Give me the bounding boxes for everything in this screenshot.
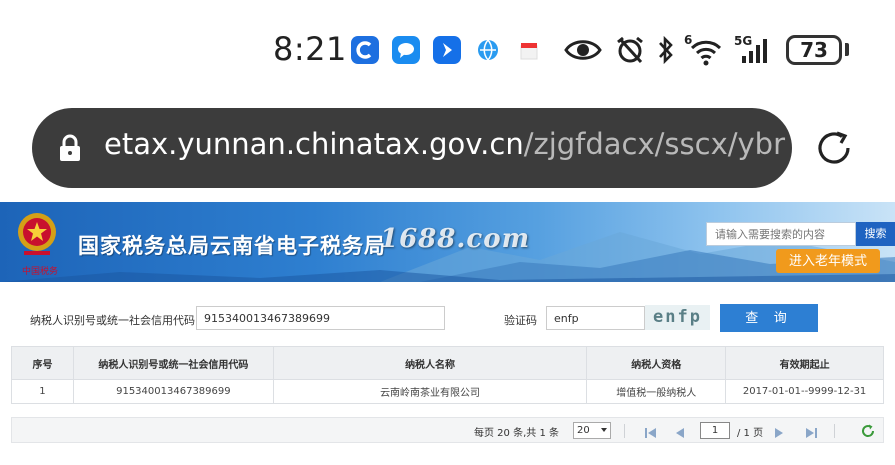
eye-icon <box>563 34 603 66</box>
globe-icon <box>476 38 500 70</box>
elder-mode-button[interactable]: 进入老年模式 <box>776 249 880 273</box>
captcha-label: 验证码 <box>504 314 537 327</box>
message-icon <box>392 36 420 64</box>
table-row[interactable]: 1 915340013467389699 云南岭南茶业有限公司 增值税一般纳税人… <box>11 379 884 404</box>
battery-icon: 73 <box>786 35 842 65</box>
results-table: 序号 纳税人识别号或统一社会信用代码 纳税人名称 纳税人资格 有效期起止 1 9… <box>11 346 884 404</box>
battery-tip <box>845 43 849 56</box>
emblem-caption: 中国税务 <box>22 267 59 277</box>
next-page-icon[interactable] <box>773 424 785 443</box>
site-search-input[interactable] <box>706 222 856 246</box>
reload-icon[interactable] <box>812 126 856 174</box>
total-pages: / 1 页 <box>737 428 764 439</box>
pagination-summary: 每页 20 条,共 1 条 <box>474 428 559 439</box>
status-bar: 8:21 6 5G 73 <box>0 0 895 100</box>
cell-index: 1 <box>11 379 74 404</box>
chevron-down-icon <box>601 428 607 432</box>
site-title: 国家税务总局云南省电子税务局 <box>78 234 386 258</box>
arrow-app-icon <box>433 36 461 64</box>
current-page-input[interactable]: 1 <box>700 422 730 439</box>
table-header-row: 序号 纳税人识别号或统一社会信用代码 纳税人名称 纳税人资格 有效期起止 <box>11 346 884 380</box>
alarm-off-icon <box>614 34 646 66</box>
red-box-icon <box>518 40 540 72</box>
tax-emblem-icon <box>18 213 56 255</box>
prev-page-icon[interactable] <box>674 424 686 443</box>
lock-icon[interactable] <box>58 134 82 166</box>
query-button[interactable]: 查 询 <box>720 304 818 332</box>
taxpayer-id-input[interactable] <box>196 306 445 330</box>
url-path: /zjgfdacx/sscx/ybr <box>523 127 786 161</box>
url-text[interactable]: etax.yunnan.chinatax.gov.cn/zjgfdacx/ssc… <box>104 127 785 161</box>
pagination-bar: 每页 20 条,共 1 条 20 1 / 1 页 <box>11 417 884 443</box>
status-time: 8:21 <box>273 30 347 68</box>
col-header-validity: 有效期起止 <box>725 346 884 380</box>
captcha-image[interactable]: enfp <box>645 305 710 330</box>
col-header-qualification: 纳税人资格 <box>586 346 727 380</box>
site-search-button[interactable]: 搜索 <box>856 222 895 246</box>
page-size-select[interactable]: 20 <box>573 422 611 439</box>
col-header-taxpayer-name: 纳税人名称 <box>272 346 588 380</box>
url-host: etax.yunnan.chinatax.gov.cn <box>104 127 524 161</box>
last-page-icon[interactable] <box>804 424 818 443</box>
app-blue-c-icon <box>351 36 379 64</box>
captcha-input[interactable] <box>546 306 645 330</box>
col-header-index: 序号 <box>11 346 74 380</box>
cell-qualification: 增值税一般纳税人 <box>586 379 727 404</box>
first-page-icon[interactable] <box>644 424 658 443</box>
divider <box>624 424 625 438</box>
refresh-icon[interactable] <box>861 423 875 442</box>
cell-taxpayer-id: 915340013467389699 <box>72 379 274 404</box>
url-bar[interactable]: etax.yunnan.chinatax.gov.cn/zjgfdacx/ssc… <box>32 108 792 188</box>
cell-validity: 2017-01-01--9999-12-31 <box>725 379 884 404</box>
watermark: 1688.com <box>380 224 531 254</box>
taxpayer-id-label: 纳税人识别号或统一社会信用代码 <box>30 314 195 327</box>
battery-level: 73 <box>800 38 828 62</box>
col-header-taxpayer-id: 纳税人识别号或统一社会信用代码 <box>72 346 274 380</box>
page-size-value: 20 <box>577 425 590 436</box>
cell-taxpayer-name: 云南岭南茶业有限公司 <box>272 379 588 404</box>
bluetooth-icon <box>656 34 676 66</box>
divider <box>834 424 835 438</box>
